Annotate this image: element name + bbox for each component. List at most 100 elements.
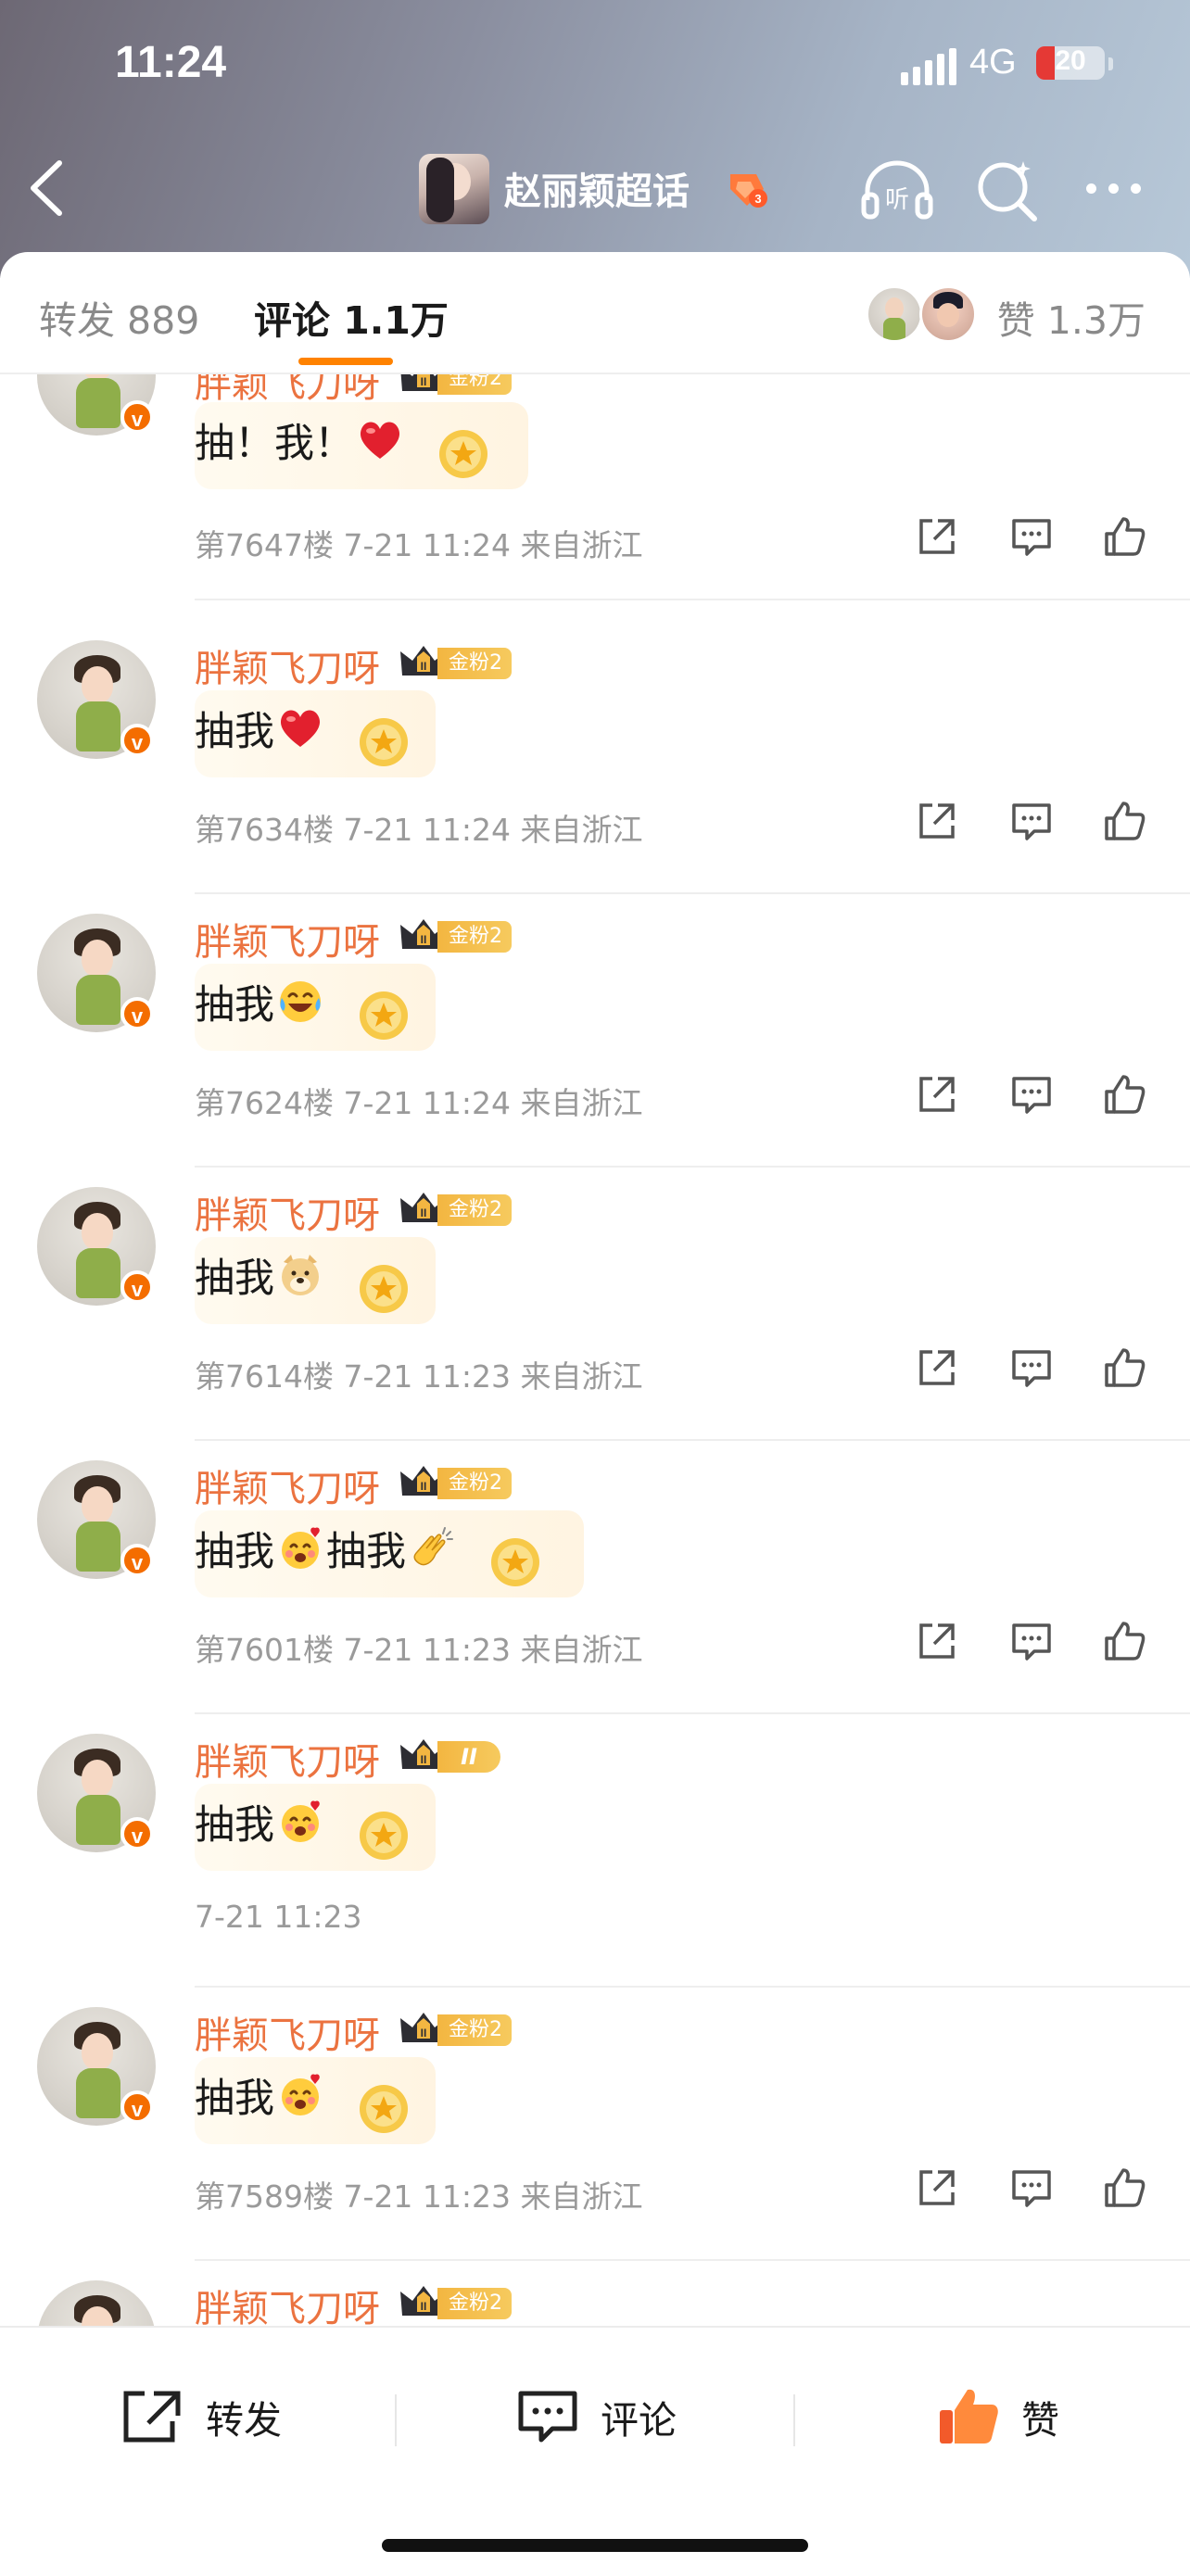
comment-item: v 胖颖飞刀呀 II 金粉2 抽我 第7634楼 7-21 11:24 来自浙江: [0, 640, 1190, 914]
comment-meta: 第7601楼 7-21 11:23 来自浙江: [195, 1632, 643, 1668]
svg-text:II: II: [421, 2300, 427, 2313]
username[interactable]: 胖颖飞刀呀: [195, 638, 380, 692]
medal-icon: [491, 1538, 539, 1586]
comment-item: v 胖颖飞刀呀 II 金粉2 抽我 抽我 第7601楼 7-21 11:23 来…: [0, 1460, 1190, 1734]
avatar[interactable]: v: [37, 1460, 156, 1579]
share-icon[interactable]: [916, 800, 958, 842]
avatar[interactable]: [37, 2280, 156, 2328]
comment-meta: 第7589楼 7-21 11:23 来自浙江: [195, 2178, 643, 2215]
comment-icon[interactable]: [1010, 1073, 1053, 1116]
divider: [195, 1712, 1190, 1714]
verified-icon: v: [120, 2090, 154, 2124]
comment-content: 抽我: [195, 690, 436, 777]
comment-item: v 胖颖飞刀呀 II II 抽我 7-21 11:23: [0, 1734, 1190, 2007]
fan-badge: 金粉2: [437, 374, 512, 395]
avatar[interactable]: v: [37, 1734, 156, 1852]
comment-list[interactable]: v 胖颖飞刀呀 II 金粉2 抽！我！ 第7647楼 7-21 11:24 来自…: [0, 374, 1190, 2328]
share-icon[interactable]: [916, 1346, 958, 1389]
like-icon[interactable]: [1103, 1073, 1146, 1116]
separator: [395, 2394, 397, 2446]
comment-text: 抽我: [195, 2076, 274, 2122]
search-icon[interactable]: [975, 158, 1040, 222]
tab-like[interactable]: 赞 1.3万: [997, 289, 1146, 345]
comment-icon[interactable]: [1010, 800, 1053, 842]
love-face-emoji-icon: [282, 2074, 320, 2115]
comment-text: 抽我: [195, 1802, 274, 1849]
back-icon[interactable]: [20, 156, 76, 221]
like-icon[interactable]: [1103, 515, 1146, 558]
username[interactable]: 胖颖飞刀呀: [195, 2005, 380, 2059]
comment-text: 抽我: [195, 982, 274, 1029]
like-icon[interactable]: [1103, 800, 1146, 842]
like-icon[interactable]: [1103, 2166, 1146, 2209]
comment-content: 抽我: [195, 964, 436, 1051]
topic-avatar[interactable]: [419, 154, 489, 224]
tab-repost[interactable]: 转发 889: [39, 289, 199, 345]
fan-badge: 金粉2: [437, 2014, 512, 2046]
avatar[interactable]: v: [37, 1187, 156, 1306]
svg-text:II: II: [421, 660, 427, 673]
comment-icon[interactable]: [1010, 1346, 1053, 1389]
love-face-emoji-icon: [282, 1527, 320, 1569]
comment-item: 胖颖飞刀呀 II 金粉2: [0, 2280, 1190, 2328]
avatar[interactable]: v: [37, 374, 156, 436]
username[interactable]: 胖颖飞刀呀: [195, 1732, 380, 1786]
svg-text:II: II: [421, 1480, 427, 1493]
network-type: 4G: [969, 43, 1017, 82]
username[interactable]: 胖颖飞刀呀: [195, 1458, 380, 1512]
comment-icon[interactable]: [1010, 515, 1053, 558]
comment-button[interactable]: 评论: [515, 2380, 677, 2454]
comment-content: 抽我: [195, 1784, 436, 1871]
comment-text: 抽我: [326, 1529, 406, 1575]
divider: [195, 1439, 1190, 1441]
avatar[interactable]: v: [37, 640, 156, 759]
fan-badge: 金粉2: [437, 648, 512, 679]
username[interactable]: 胖颖飞刀呀: [195, 2279, 380, 2328]
comment-label: 评论: [601, 2398, 677, 2443]
repost-button[interactable]: 转发: [120, 2380, 282, 2454]
bottom-action-bar: 转发 评论 赞: [0, 2326, 1190, 2576]
avatar[interactable]: v: [37, 2007, 156, 2126]
battery-tip: [1108, 57, 1113, 70]
topic-level-icon: 3: [725, 169, 769, 209]
listen-icon[interactable]: 听: [860, 159, 934, 221]
share-icon[interactable]: [916, 2166, 958, 2209]
share-icon[interactable]: [916, 1620, 958, 1662]
verified-icon: v: [120, 400, 154, 434]
battery-level: 20: [1055, 46, 1086, 76]
comment-content: 抽！我！: [195, 402, 528, 489]
svg-text:II: II: [421, 933, 427, 946]
comment-meta: 第7647楼 7-21 11:24 来自浙江: [195, 527, 643, 563]
divider: [195, 892, 1190, 894]
username[interactable]: 胖颖飞刀呀: [195, 1185, 380, 1239]
like-icon[interactable]: [1103, 1620, 1146, 1662]
medal-icon: [360, 1812, 408, 1860]
battery-icon: 20: [1036, 46, 1105, 80]
comment-content: 抽我: [195, 1237, 436, 1324]
verified-icon: v: [120, 724, 154, 757]
love-face-emoji-icon: [282, 1800, 320, 1842]
repost-label: 转发: [206, 2398, 282, 2443]
username[interactable]: 胖颖飞刀呀: [195, 912, 380, 966]
thumbs-up-icon: [940, 2389, 998, 2443]
nav-title[interactable]: 赵丽颖超话: [504, 161, 690, 215]
svg-text:II: II: [421, 1753, 427, 1766]
medal-icon: [360, 991, 408, 1040]
comment-meta: 第7634楼 7-21 11:24 来自浙江: [195, 812, 643, 848]
comment-icon[interactable]: [1010, 1620, 1053, 1662]
svg-text:II: II: [421, 1206, 427, 1219]
status-time: 11:24: [115, 38, 227, 87]
avatar[interactable]: v: [37, 914, 156, 1032]
comment-icon[interactable]: [1010, 2166, 1053, 2209]
like-button[interactable]: 赞: [936, 2380, 1059, 2454]
tab-comment[interactable]: 评论 1.1万: [254, 289, 449, 345]
share-icon[interactable]: [916, 515, 958, 558]
fan-badge: 金粉2: [437, 2288, 512, 2319]
divider: [195, 1166, 1190, 1168]
likers-avatars[interactable]: [866, 285, 981, 343]
laugh-cry-emoji-icon: [280, 981, 321, 1022]
comment-item: v 胖颖飞刀呀 II 金粉2 抽我 第7624楼 7-21 11:24 来自浙江: [0, 914, 1190, 1187]
share-icon[interactable]: [916, 1073, 958, 1116]
like-icon[interactable]: [1103, 1346, 1146, 1389]
more-icon[interactable]: [1086, 180, 1153, 198]
